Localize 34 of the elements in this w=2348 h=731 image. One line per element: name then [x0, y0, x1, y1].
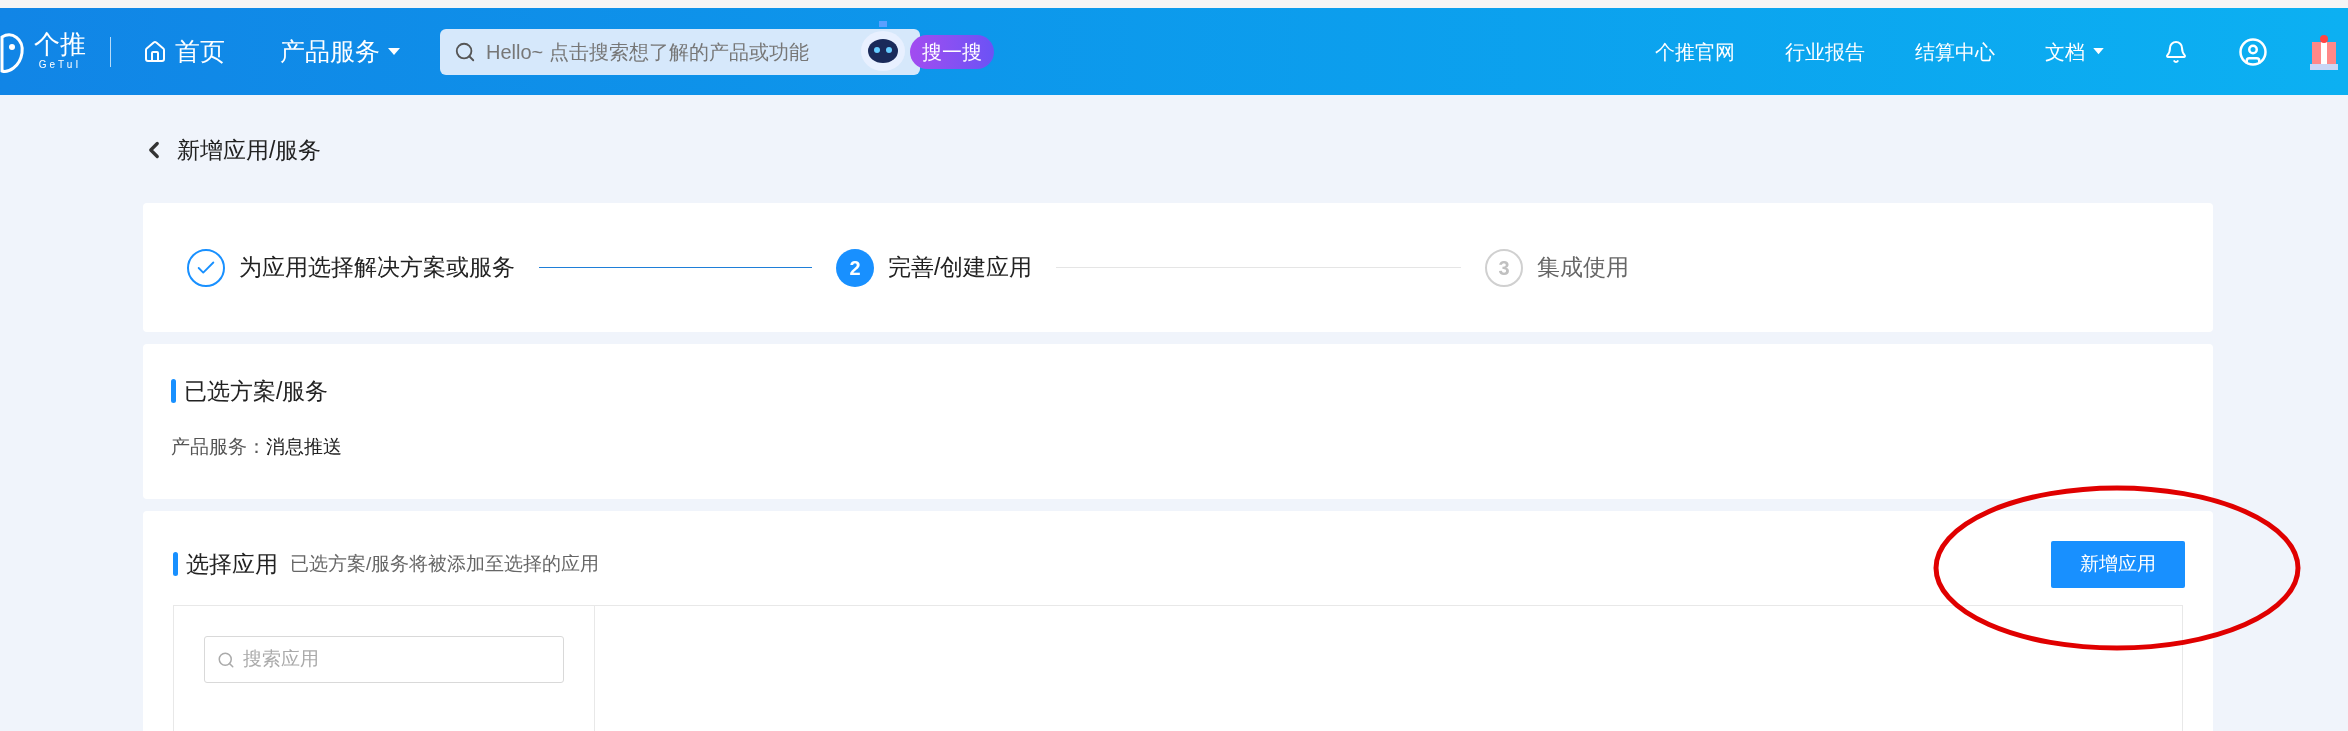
logo-subtext: GeTuI [38, 58, 82, 72]
search-icon [454, 40, 476, 63]
caret-icon [2093, 48, 2104, 55]
section-title: 选择应用 [186, 549, 278, 579]
section-title: 已选方案/服务 [184, 377, 329, 406]
field-label: 产品服务： [171, 434, 266, 459]
app-search-field[interactable]: 搜索应用 [204, 636, 564, 683]
page-title: 新增应用/服务 [177, 135, 322, 165]
section-accent-bar [173, 552, 178, 576]
search-button[interactable]: 搜一搜 [910, 34, 994, 69]
nav-link[interactable]: 个推官网 [1655, 36, 1735, 67]
user-avatar-icon[interactable] [2238, 36, 2268, 67]
nav-link[interactable]: 行业报告 [1785, 36, 1865, 67]
step-label: 集成使用 [1537, 253, 1629, 283]
search-icon [217, 650, 235, 669]
logo-text: 个推 [34, 31, 86, 57]
nav-link[interactable]: 结算中心 [1915, 36, 1995, 67]
add-app-button[interactable]: 新增应用 [2051, 540, 2185, 588]
step-number: 3 [1485, 248, 1523, 287]
nav-dropdown[interactable]: 文档 [2045, 36, 2104, 67]
section-accent-bar [171, 379, 176, 404]
home-nav-link[interactable]: 首页 [143, 32, 225, 71]
field-value: 消息推送 [266, 434, 342, 459]
caret-icon [388, 47, 400, 56]
app-search-placeholder: 搜索应用 [243, 647, 319, 672]
search-placeholder: Hello~ 点击搜索想了解的产品或功能 [486, 39, 809, 65]
step-label: 为应用选择解决方案或服务 [239, 253, 515, 283]
notification-icon[interactable] [2164, 39, 2188, 64]
section-hint: 已选方案/服务将被添加至选择的应用 [290, 551, 600, 576]
step-number: 2 [836, 248, 874, 287]
home-icon [143, 39, 167, 64]
search-field[interactable]: Hello~ 点击搜索想了解的产品或功能 [440, 28, 920, 75]
nav-dropdown[interactable]: 产品服务 [280, 32, 400, 71]
step-label: 完善/创建应用 [888, 253, 1033, 283]
